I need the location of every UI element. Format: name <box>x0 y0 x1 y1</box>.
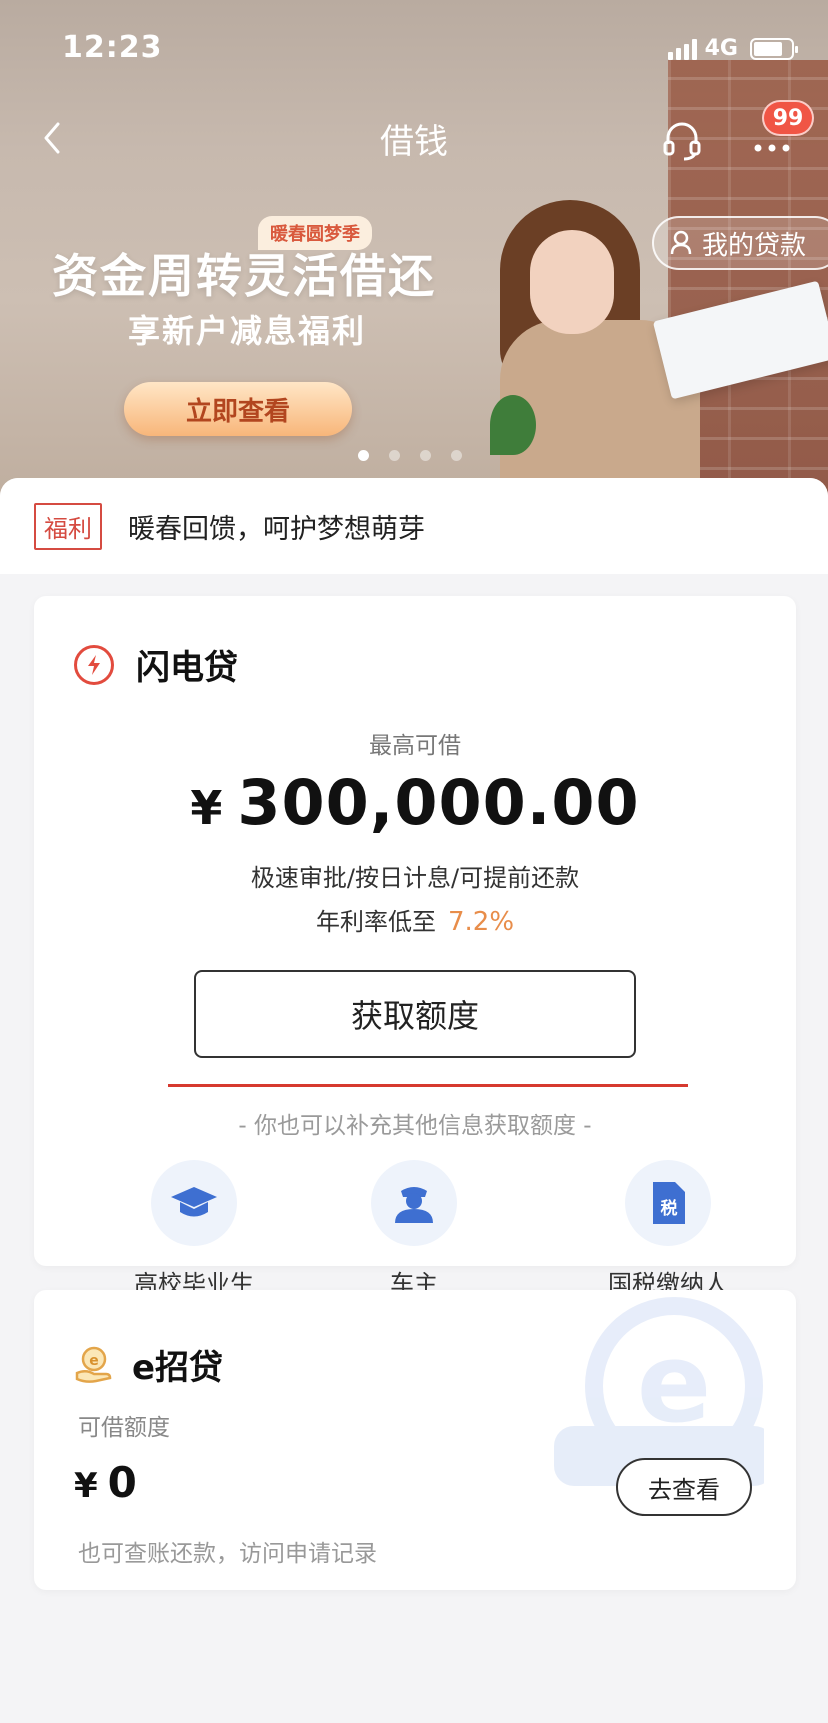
promo-subtitle: 享新户减息福利 <box>128 312 367 350</box>
e-loan-subtext: 也可查账还款，访问申请记录 <box>78 1541 377 1567</box>
welfare-tag: 福利 <box>34 502 102 550</box>
content-sheet: 福利 暖春回馈，呵护梦想萌芽 闪电贷 最高可借 ¥300,000.00 极速审批… <box>0 478 828 1723</box>
carousel-dot <box>420 450 431 461</box>
e-loan-title: e招贷 <box>132 1348 224 1388</box>
rate-value: 7.2% <box>447 907 515 937</box>
welfare-banner[interactable]: 福利 暖春回馈，呵护梦想萌芽 <box>0 478 828 574</box>
hero-banner[interactable]: 12:23 4G 借钱 99 我的贷款 暖春圆梦季 资金周转灵活借还 享新户减息… <box>0 0 828 500</box>
flash-loan-title: 闪电贷 <box>136 648 238 688</box>
interest-rate: 年利率低至 7.2% <box>34 902 796 937</box>
coin-hand-icon: e <box>75 1346 112 1383</box>
svg-text:税: 税 <box>661 1198 678 1219</box>
banner-plant-image <box>490 395 536 455</box>
rate-label: 年利率低至 <box>315 908 436 936</box>
svg-text:e: e <box>89 1353 99 1369</box>
nav-bar: 借钱 99 <box>0 100 828 180</box>
supplement-info-hint: - 你也可以补充其他信息获取额度 - <box>238 1113 592 1139</box>
carousel-dot <box>358 450 369 461</box>
promo-title: 资金周转灵活借还 <box>52 249 436 303</box>
divider-line <box>168 1084 688 1087</box>
lightning-icon <box>74 644 114 685</box>
flash-loan-card: 闪电贷 最高可借 ¥300,000.00 极速审批/按日计息/可提前还款 年利率… <box>34 596 796 1298</box>
graduation-cap-icon <box>151 1160 237 1246</box>
available-limit-amount: ¥0 <box>74 1458 137 1507</box>
driver-icon <box>371 1160 457 1246</box>
signal-icon <box>667 38 697 60</box>
quick-option-graduate[interactable]: 高校毕业生 <box>94 1160 294 1299</box>
user-icon <box>670 230 692 255</box>
my-loans-button[interactable]: 我的贷款 <box>652 216 828 270</box>
tax-document-icon: 税 <box>625 1160 711 1246</box>
max-borrow-amount: ¥300,000.00 <box>34 766 796 839</box>
quick-option-taxpayer[interactable]: 税 国税缴纳人 <box>568 1160 768 1299</box>
carousel-dot <box>389 450 400 461</box>
amount-value: 0 <box>107 1458 137 1507</box>
network-type: 4G <box>704 36 738 61</box>
e-loan-card: e e e招贷 可借额度 ¥0 去查看 也可查账还款，访问申请记录 <box>34 1290 796 1590</box>
available-limit-label: 可借额度 <box>78 1415 170 1441</box>
notification-badge: 99 <box>762 100 814 136</box>
status-bar: 12:23 4G <box>0 0 828 98</box>
get-credit-limit-button[interactable]: 获取额度 <box>194 970 636 1058</box>
loan-features: 极速审批/按日计息/可提前还款 <box>250 864 580 892</box>
status-time: 12:23 <box>62 30 163 65</box>
customer-service-icon[interactable] <box>660 118 704 162</box>
max-borrow-label: 最高可借 <box>369 733 461 759</box>
currency-symbol: ¥ <box>190 781 224 835</box>
go-check-button[interactable]: 去查看 <box>616 1458 752 1516</box>
carousel-indicator <box>358 450 462 461</box>
carousel-dot <box>451 450 462 461</box>
currency-symbol: ¥ <box>74 1466 98 1506</box>
my-loans-label: 我的贷款 <box>702 230 807 261</box>
quick-option-car-owner[interactable]: 车主 <box>314 1160 514 1299</box>
promo-view-button[interactable]: 立即查看 <box>124 382 352 436</box>
welfare-text: 暖春回馈，呵护梦想萌芽 <box>128 513 425 545</box>
amount-value: 300,000.00 <box>237 766 640 839</box>
battery-icon <box>750 37 798 60</box>
